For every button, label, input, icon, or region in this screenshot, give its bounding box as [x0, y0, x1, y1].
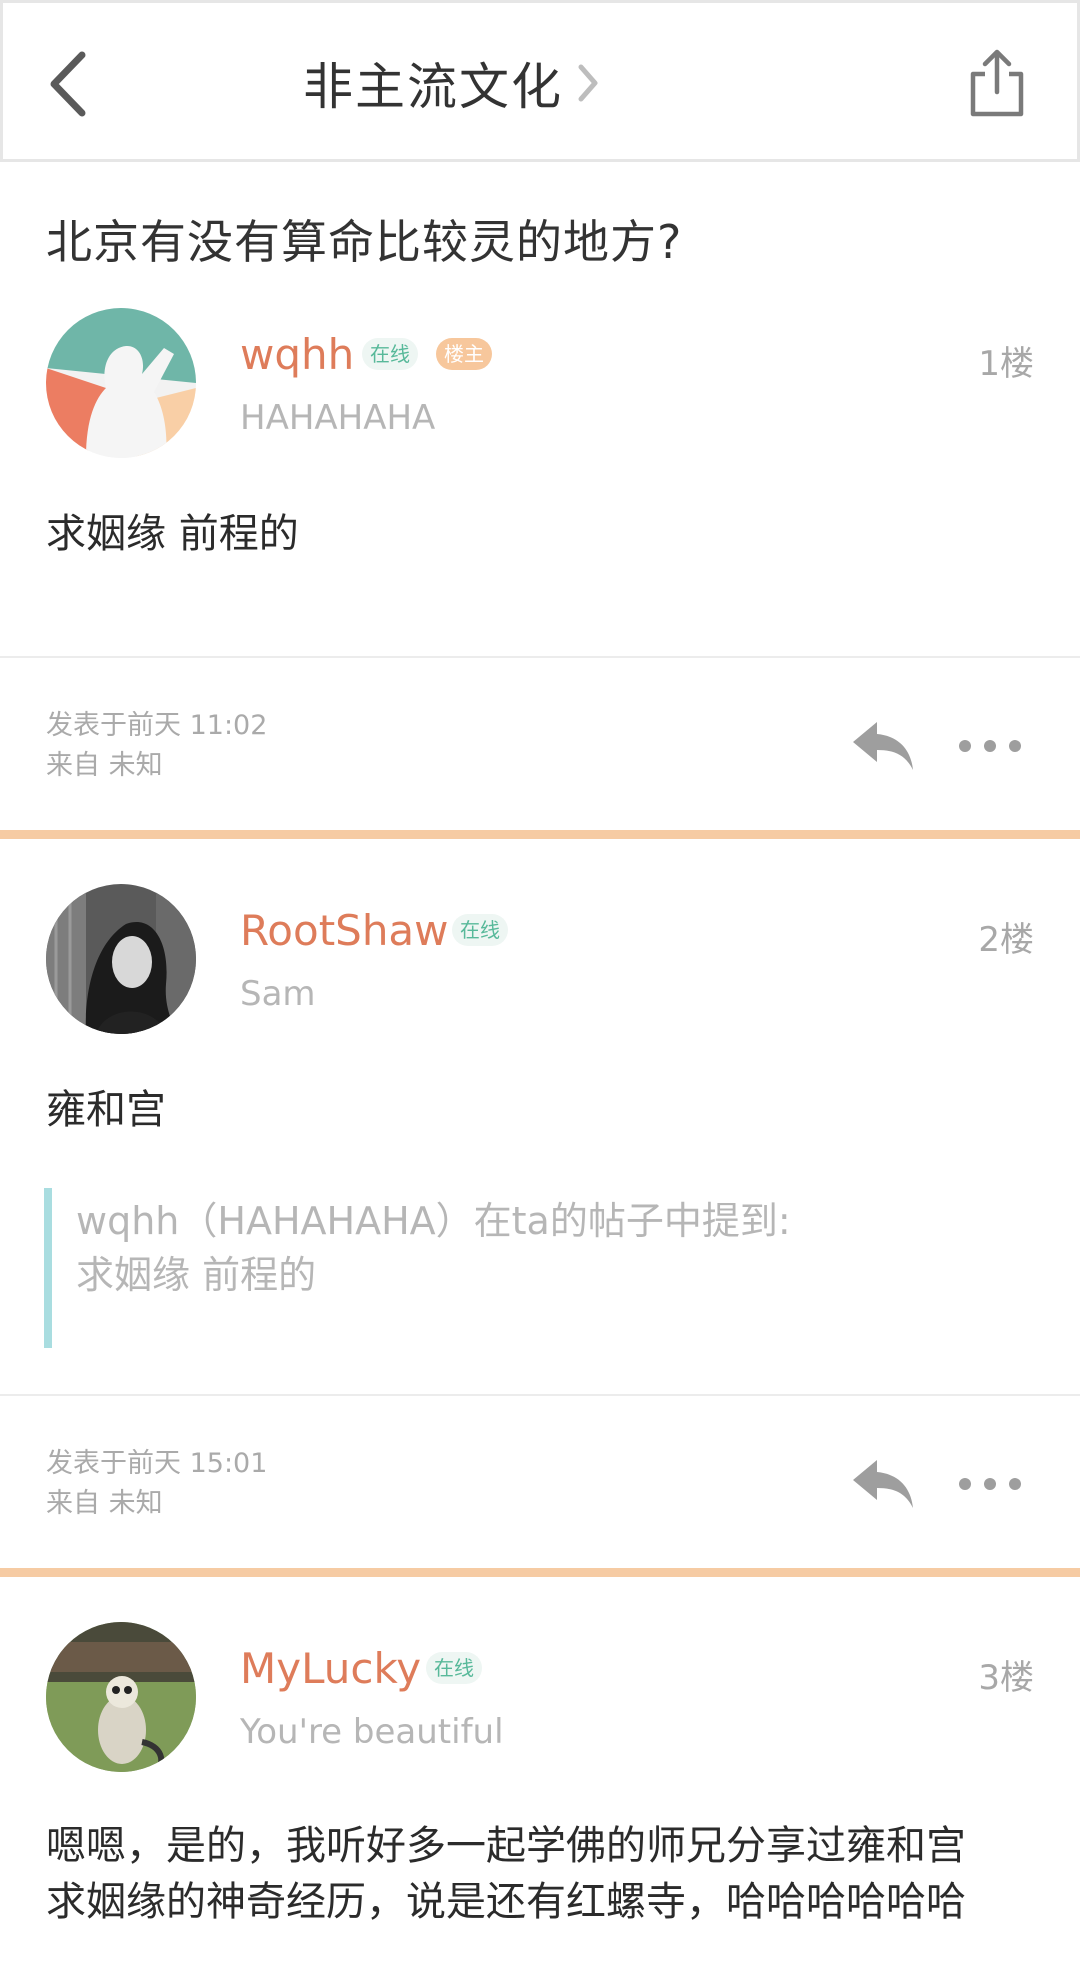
- username[interactable]: MyLucky: [240, 1644, 421, 1693]
- avatar[interactable]: [46, 308, 196, 458]
- post-meta: 发表于前天 15:01 来自 未知: [46, 1444, 267, 1524]
- user-signature: You're beautiful: [240, 1712, 504, 1752]
- post-content: 雍和宫: [46, 1087, 166, 1133]
- top-bar: 非主流文化: [0, 0, 1080, 162]
- online-badge: 在线: [426, 1652, 482, 1684]
- back-button[interactable]: [33, 39, 103, 129]
- reply-icon: [853, 722, 913, 770]
- more-options-button[interactable]: [950, 716, 1030, 776]
- divider: [0, 1394, 1080, 1396]
- username[interactable]: wqhh: [240, 330, 354, 379]
- online-badge: 在线: [362, 338, 418, 370]
- online-badge: 在线: [452, 914, 508, 946]
- post-source: 来自 未知: [46, 750, 163, 781]
- post-content: 求姻缘 前程的: [46, 511, 299, 557]
- quote-content: 求姻缘 前程的: [76, 1253, 317, 1297]
- post-content: 嗯嗯，是的，我听好多一起学佛的师兄分享过雍和宫 求姻缘的神奇经历，说是还有红螺寺…: [46, 1818, 1026, 1930]
- post-content-line: 嗯嗯，是的，我听好多一起学佛的师兄分享过雍和宫: [46, 1823, 966, 1869]
- post-time: 发表于前天 11:02: [46, 710, 268, 741]
- reply-button[interactable]: [848, 716, 920, 776]
- username[interactable]: RootShaw: [240, 906, 449, 955]
- avatar[interactable]: [46, 884, 196, 1034]
- post-separator: [0, 830, 1080, 839]
- divider: [0, 656, 1080, 658]
- post-content-line: 求姻缘的神奇经历，说是还有红螺寺，哈哈哈哈哈哈: [46, 1879, 966, 1925]
- share-button[interactable]: [957, 43, 1037, 123]
- floor-number: 1楼: [978, 344, 1034, 384]
- post-meta: 发表于前天 11:02 来自 未知: [46, 706, 267, 786]
- share-icon: [970, 49, 1024, 117]
- user-signature: Sam: [240, 974, 316, 1014]
- forum-title: 非主流文化: [303, 58, 563, 116]
- more-options-button[interactable]: [950, 1454, 1030, 1514]
- post-source: 来自 未知: [46, 1488, 163, 1519]
- floor-number: 3楼: [978, 1658, 1034, 1698]
- forum-title-link[interactable]: 非主流文化: [303, 43, 599, 123]
- floor-number: 2楼: [978, 920, 1034, 960]
- more-dots-icon: [959, 1478, 1021, 1490]
- owner-badge: 楼主: [436, 338, 492, 370]
- reply-button[interactable]: [848, 1454, 920, 1514]
- quote-header: wqhh（HAHAHAHA）在ta的帖子中提到:: [76, 1199, 791, 1243]
- avatar[interactable]: [46, 1622, 196, 1772]
- reply-icon: [853, 1460, 913, 1508]
- more-dots-icon: [959, 740, 1021, 752]
- chevron-right-icon: [577, 63, 599, 103]
- post-time: 发表于前天 15:01: [46, 1448, 268, 1479]
- post-separator: [0, 1568, 1080, 1577]
- thread-title: 北京有没有算命比较灵的地方?: [46, 215, 683, 269]
- chevron-left-icon: [50, 51, 86, 117]
- user-signature: HAHAHAHA: [240, 398, 436, 438]
- quoted-post[interactable]: wqhh（HAHAHAHA）在ta的帖子中提到: 求姻缘 前程的: [44, 1188, 964, 1348]
